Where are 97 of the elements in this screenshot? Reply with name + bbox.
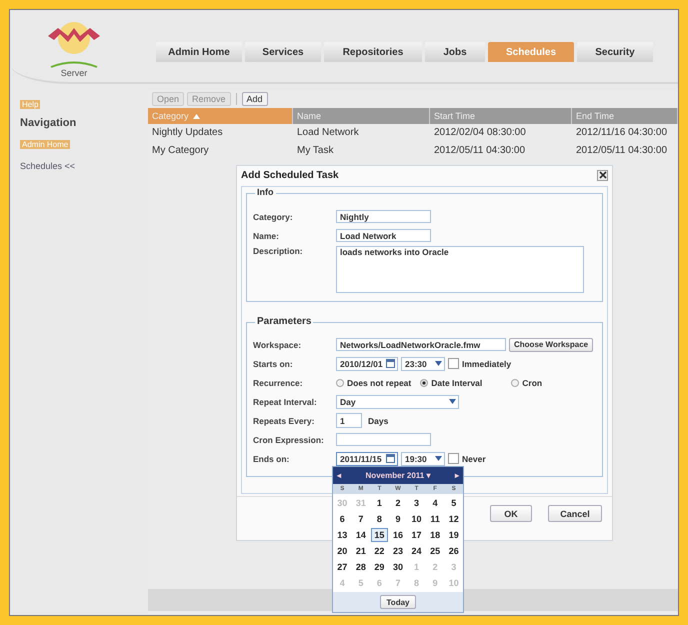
calendar-icon[interactable] (386, 454, 395, 463)
nav-tab[interactable]: Repositories (324, 42, 422, 62)
table-cell-text: My Task (296, 144, 334, 158)
field-label: Ends on: (253, 454, 290, 464)
field-label: Repeats Every: (253, 416, 316, 426)
radio-label: Cron (522, 378, 542, 388)
caret-icon[interactable] (435, 361, 442, 366)
calendar-day[interactable]: 4 (426, 496, 444, 510)
radio-label: Does not repeat (347, 378, 412, 388)
field-label: Starts on: (253, 358, 294, 368)
calendar-day[interactable]: 3 (408, 496, 425, 510)
close-button[interactable] (597, 170, 608, 180)
calendar-day[interactable]: 25 (426, 544, 444, 558)
calendar-day[interactable]: 19 (445, 528, 462, 542)
today-button[interactable]: Today (380, 595, 416, 609)
calendar-day[interactable]: 15 (371, 528, 388, 542)
group-legend: Info (255, 187, 276, 197)
unit-label: Days (368, 416, 388, 426)
calendar-day[interactable]: 18 (426, 528, 444, 542)
field-label: Recurrence: (253, 378, 304, 388)
calendar-day[interactable]: 7 (352, 512, 370, 526)
nav-tab[interactable]: Security (577, 42, 653, 62)
calendar-day[interactable]: 11 (426, 512, 444, 526)
calendar-day[interactable]: 5 (445, 496, 462, 510)
calendar-day[interactable]: 27 (334, 560, 351, 574)
calendar-day[interactable]: 17 (408, 528, 425, 542)
calendar-day[interactable]: 21 (352, 544, 370, 558)
radio-button[interactable] (511, 378, 520, 386)
field-label: Description: (253, 246, 304, 256)
month-selector[interactable]: November 2011 ▾ (366, 471, 430, 480)
cron-expression-field[interactable] (336, 433, 431, 446)
nav-tab[interactable]: Jobs (425, 42, 485, 62)
sort-ascending-icon (192, 114, 200, 120)
calendar-day[interactable]: 13 (334, 528, 351, 542)
calendar-day[interactable]: 14 (352, 528, 370, 542)
category-field[interactable]: Nightly (336, 210, 431, 223)
calendar-day[interactable]: 10 (408, 512, 425, 526)
time-dropdown[interactable]: 19:30 (401, 452, 445, 466)
calendar-day[interactable]: 12 (445, 512, 462, 526)
previous-month-button[interactable]: ◂ (337, 471, 341, 480)
calendar-icon[interactable] (386, 359, 395, 368)
calendar-day[interactable]: 2 (390, 496, 406, 510)
next-month-button[interactable]: ▸ (455, 471, 459, 480)
dialog-button[interactable]: OK (490, 505, 532, 522)
calendar-day[interactable]: 23 (390, 544, 406, 558)
dialog-button[interactable]: Cancel (548, 505, 602, 522)
calendar-day[interactable]: 9 (390, 512, 406, 526)
checkbox-label: Immediately (462, 358, 512, 368)
group-legend: Parameters (255, 316, 314, 327)
calendar-day[interactable]: 30 (390, 560, 406, 574)
sidebar-heading: Navigation (20, 117, 76, 131)
description-field[interactable]: loads networks into Oracle (336, 246, 584, 293)
field-label: Cron Expression: (253, 434, 325, 444)
table-cell-text: 2012/05/11 04:30:00 (575, 144, 668, 158)
table-cell-text: 2012/05/11 04:30:00 (433, 144, 526, 158)
choose-workspace-button[interactable]: Choose Workspace (509, 338, 594, 352)
dialog-title: Add Scheduled Task (241, 170, 339, 180)
field-label: Repeat Interval: (253, 396, 318, 406)
repeats-every-field[interactable]: 1 (336, 413, 362, 428)
table-cell-text: My Category (151, 144, 210, 158)
time-dropdown[interactable]: 23:30 (401, 356, 445, 370)
immediately-checkbox[interactable] (448, 358, 459, 369)
caret-icon[interactable] (449, 399, 456, 404)
sidebar-item[interactable]: Schedules << (20, 161, 76, 171)
date-field[interactable]: 2011/11/15 (336, 452, 398, 466)
field-label: Name: (253, 230, 280, 240)
calendar-day[interactable]: 8 (371, 512, 388, 526)
calendar-day[interactable]: 22 (371, 544, 388, 558)
never-checkbox[interactable] (448, 453, 459, 464)
swoosh-icon (49, 60, 99, 68)
nav-tab[interactable]: Admin Home (156, 42, 242, 62)
calendar-day[interactable]: 24 (408, 544, 425, 558)
calendar-day[interactable]: 28 (352, 560, 370, 574)
calendar-day[interactable]: 29 (371, 560, 388, 574)
calendar-day[interactable]: 20 (334, 544, 351, 558)
logo-caption: Server (60, 68, 88, 78)
nav-tab[interactable]: Services (245, 42, 321, 62)
table-cell-text: 2012/11/16 04:30:00 (575, 126, 668, 140)
field-label: Category: (253, 212, 294, 222)
radio-button[interactable] (420, 378, 428, 386)
calendar-day[interactable]: 1 (371, 496, 388, 510)
toolbar-button[interactable]: Add (242, 92, 268, 106)
workspace-field[interactable]: Networks/LoadNetworkOracle.fmw (336, 338, 506, 351)
checkbox-label: Never (462, 454, 486, 464)
calendar-day[interactable]: 6 (334, 512, 351, 526)
name-field[interactable]: Load Network (336, 229, 431, 242)
table-cell-text: Load Network (296, 126, 360, 140)
date-field[interactable]: 2010/12/01 (336, 356, 398, 370)
table-cell-text: 2012/02/04 08:30:00 (433, 126, 527, 140)
radio-button[interactable] (336, 378, 344, 386)
calendar-day[interactable]: 16 (390, 528, 406, 542)
radio-label: Date Interval (431, 378, 482, 388)
table-cell-text: Nightly Updates (151, 126, 224, 140)
calendar-day[interactable]: 26 (445, 544, 462, 558)
interval-dropdown[interactable]: Day (336, 394, 459, 408)
caret-icon[interactable] (435, 456, 442, 461)
field-label: Workspace: (253, 340, 302, 350)
